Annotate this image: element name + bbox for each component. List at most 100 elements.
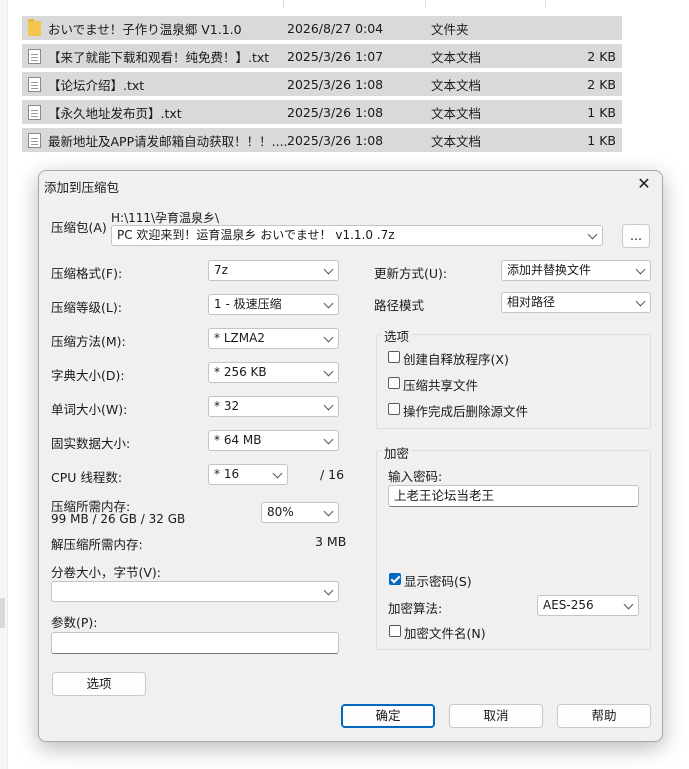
show-password-checkbox[interactable]	[389, 573, 401, 585]
volume-size-combo[interactable]	[51, 581, 339, 602]
column-separator[interactable]	[545, 0, 546, 8]
encryption-method-select[interactable]: AES-256	[537, 595, 639, 616]
file-row[interactable]: 【永久地址发布页】.txt 2025/3/26 1:08 文本文档 1 KB	[22, 100, 622, 124]
add-to-archive-dialog: 添加到压缩包 ✕ 压缩包(A) H:\111\孕育温泉乡\ PC 欢迎来到！运育…	[38, 170, 663, 742]
file-date: 2025/3/26 1:08	[287, 132, 384, 148]
text-file-icon	[28, 105, 41, 120]
file-type: 文件夹	[431, 21, 469, 37]
file-row[interactable]: 最新地址及APP请发邮箱自动获取！！！.... 2025/3/26 1:08 文…	[22, 128, 622, 152]
format-select[interactable]: 7z	[208, 260, 339, 281]
params-input[interactable]	[51, 632, 339, 654]
update-mode-label: 更新方式(U):	[374, 266, 448, 281]
format-value: 7z	[214, 263, 228, 277]
file-size: 1 KB	[587, 104, 616, 120]
path-mode-label: 路径模式	[374, 298, 425, 313]
browse-button[interactable]: ...	[622, 224, 650, 248]
threads-value: * 16	[214, 467, 240, 481]
chevron-down-icon	[323, 298, 334, 309]
show-password-label[interactable]: 显示密码(S)	[404, 571, 472, 590]
word-value: * 32	[214, 399, 240, 413]
chevron-down-icon	[635, 264, 646, 275]
file-name: 【来了就能下载和观看！纯免费！】.txt	[48, 49, 270, 65]
file-name: 【论坛介绍】.txt	[48, 77, 145, 93]
explorer-side-edge	[0, 0, 8, 769]
options-group-title: 选项	[382, 326, 412, 345]
delete-after-checkbox[interactable]	[388, 403, 400, 415]
encryption-group-title: 加密	[382, 443, 412, 462]
method-value: * LZMA2	[214, 331, 265, 345]
file-type: 文本文档	[431, 133, 482, 149]
mem-decompress-label: 解压缩所需内存:	[51, 537, 143, 552]
dict-select[interactable]: * 256 KB	[208, 362, 339, 383]
shared-files-label[interactable]: 压缩共享文件	[403, 375, 478, 394]
file-date: 2026/8/27 0:04	[287, 20, 384, 36]
cancel-button[interactable]: 取消	[449, 704, 543, 728]
archive-name-combo[interactable]: PC 欢迎来到！运育温泉乡 おいでませ！ v1.1.0 .7z	[111, 225, 603, 246]
chevron-down-icon	[587, 229, 598, 240]
solid-value: * 64 MB	[214, 433, 262, 447]
dict-value: * 256 KB	[214, 365, 267, 379]
file-size: 2 KB	[587, 76, 616, 92]
chevron-down-icon	[323, 434, 334, 445]
sfx-checkbox[interactable]	[388, 351, 400, 363]
file-size: 2 KB	[587, 48, 616, 64]
close-icon[interactable]: ✕	[634, 174, 654, 194]
file-type: 文本文档	[431, 49, 482, 65]
folder-icon	[28, 19, 41, 36]
method-label: 压缩方法(M):	[51, 334, 126, 349]
dict-label: 字典大小(D):	[51, 368, 125, 383]
method-select[interactable]: * LZMA2	[208, 328, 339, 349]
encrypt-names-label[interactable]: 加密文件名(N)	[404, 623, 486, 642]
help-button[interactable]: 帮助	[557, 704, 651, 728]
archive-name-value: PC 欢迎来到！运育温泉乡 おいでませ！ v1.1.0 .7z	[117, 228, 395, 242]
mem-compress-detail: 99 MB / 26 GB / 32 GB	[51, 512, 186, 526]
file-date: 2025/3/26 1:08	[287, 76, 384, 92]
file-row[interactable]: 【论坛介绍】.txt 2025/3/26 1:08 文本文档 2 KB	[22, 72, 622, 96]
text-file-icon	[28, 49, 41, 64]
path-mode-value: 相对路径	[507, 295, 556, 309]
level-value: 1 - 极速压缩	[214, 297, 282, 311]
file-type: 文本文档	[431, 105, 482, 121]
encryption-method-value: AES-256	[543, 598, 594, 612]
level-select[interactable]: 1 - 极速压缩	[208, 294, 339, 315]
options-button[interactable]: 选项	[52, 672, 146, 696]
chevron-down-icon	[323, 332, 334, 343]
solid-select[interactable]: * 64 MB	[208, 430, 339, 451]
text-file-icon	[28, 77, 41, 92]
delete-after-label[interactable]: 操作完成后删除源文件	[403, 401, 528, 420]
update-mode-value: 添加并替换文件	[507, 263, 592, 277]
column-separator[interactable]	[283, 0, 284, 8]
memory-percent-select[interactable]: 80%	[261, 502, 339, 523]
sfx-label[interactable]: 创建自释放程序(X)	[403, 349, 509, 368]
file-row[interactable]: おいでませ！子作り温泉郷 V1.1.0 2026/8/27 0:04 文件夹	[22, 16, 622, 40]
password-input[interactable]: 上老王论坛当老王	[388, 485, 639, 507]
volume-label: 分卷大小，字节(V):	[51, 565, 162, 580]
file-size: 1 KB	[587, 132, 616, 148]
update-mode-select[interactable]: 添加并替换文件	[501, 260, 651, 281]
file-name: おいでませ！子作り温泉郷 V1.1.0	[48, 21, 242, 37]
shared-files-checkbox[interactable]	[388, 377, 400, 389]
path-mode-select[interactable]: 相对路径	[501, 292, 651, 313]
archive-label: 压缩包(A)	[51, 220, 107, 235]
file-date: 2025/3/26 1:07	[287, 48, 384, 64]
chevron-down-icon	[323, 366, 334, 377]
column-separator[interactable]	[425, 0, 426, 8]
word-label: 单词大小(W):	[51, 402, 128, 417]
word-select[interactable]: * 32	[208, 396, 339, 417]
threads-label: CPU 线程数:	[51, 470, 123, 485]
encrypt-names-checkbox[interactable]	[389, 625, 401, 637]
explorer-side-marker	[0, 598, 5, 628]
threads-select[interactable]: * 16	[208, 464, 288, 485]
file-name: 【永久地址发布页】.txt	[48, 105, 182, 121]
chevron-down-icon	[323, 585, 334, 596]
format-label: 压缩格式(F):	[51, 266, 123, 281]
file-type: 文本文档	[431, 77, 482, 93]
encryption-method-label: 加密算法:	[388, 601, 443, 616]
threads-max: / 16	[320, 467, 345, 482]
chevron-down-icon	[623, 599, 634, 610]
ok-button[interactable]: 确定	[341, 704, 435, 728]
archive-path: H:\111\孕育温泉乡\	[111, 211, 220, 225]
chevron-down-icon	[323, 400, 334, 411]
file-row[interactable]: 【来了就能下载和观看！纯免费！】.txt 2025/3/26 1:07 文本文档…	[22, 44, 622, 68]
chevron-down-icon	[635, 296, 646, 307]
